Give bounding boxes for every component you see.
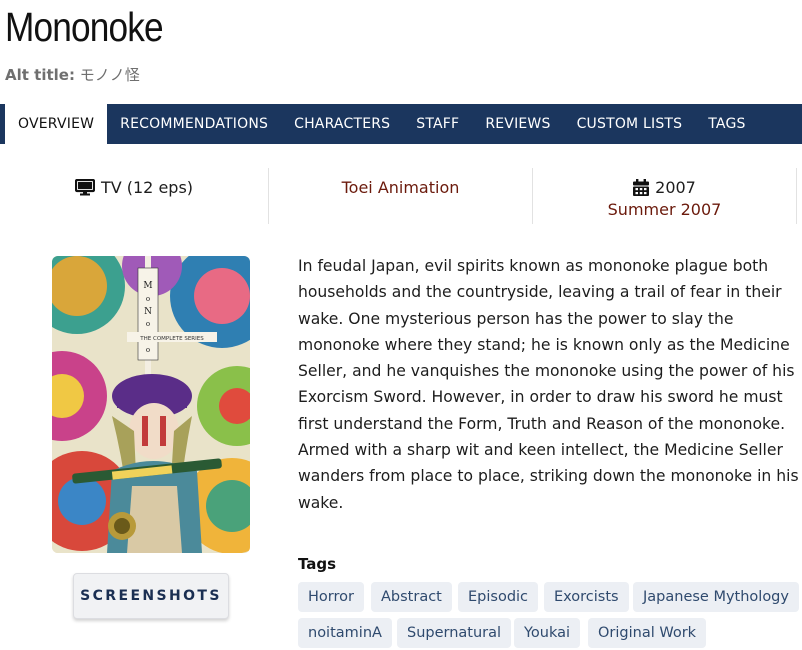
date-year: 2007 bbox=[655, 177, 696, 197]
synopsis-line: Seller, and he vanquishes the mononoke u… bbox=[298, 362, 795, 381]
tab-custom-lists[interactable]: CUSTOM LISTS bbox=[564, 104, 696, 144]
divider bbox=[796, 168, 797, 224]
calendar-icon bbox=[633, 178, 650, 196]
alt-title-value: モノノ怪 bbox=[79, 66, 140, 84]
svg-text:o: o bbox=[146, 320, 150, 328]
monitor-icon bbox=[74, 178, 95, 196]
tab-staff[interactable]: STAFF bbox=[403, 104, 472, 144]
type-cell: TV (12 eps) bbox=[0, 168, 268, 224]
tag-chip[interactable]: noitaminA bbox=[298, 618, 392, 648]
synopsis-line: Armed with a sharp wit and keen intellec… bbox=[298, 441, 783, 460]
cover-art: M o N o N o THE COMPLETE SERIES bbox=[52, 256, 250, 553]
synopsis: In feudal Japan, evil spirits known as m… bbox=[298, 253, 802, 516]
tab-reviews[interactable]: REVIEWS bbox=[472, 104, 563, 144]
synopsis-line: wanders from place to place, striking do… bbox=[298, 467, 799, 486]
synopsis-line: wake. bbox=[298, 493, 344, 512]
cover-image: M o N o N o THE COMPLETE SERIES bbox=[52, 256, 250, 553]
synopsis-line: wake. One mysterious person has the powe… bbox=[298, 309, 734, 328]
anime-page: Mononoke Alt title: モノノ怪 OVERVIEW RECOMM… bbox=[0, 0, 802, 650]
date-cell: 2007 Summer 2007 bbox=[533, 168, 796, 224]
svg-text:N: N bbox=[144, 307, 152, 317]
nav-tabs: OVERVIEW RECOMMENDATIONS CHARACTERS STAF… bbox=[0, 104, 802, 144]
type-text: TV (12 eps) bbox=[100, 177, 194, 197]
synopsis-line: mononoke where they stand; he is known o… bbox=[298, 335, 790, 354]
alt-title-label: Alt title: bbox=[5, 66, 75, 84]
synopsis-line: households and the countryside, leaving … bbox=[298, 283, 782, 302]
tag-chip[interactable]: Youkai bbox=[514, 618, 581, 648]
tab-tags[interactable]: TAGS bbox=[695, 104, 758, 144]
svg-text:THE COMPLETE SERIES: THE COMPLETE SERIES bbox=[139, 336, 204, 342]
synopsis-line: In feudal Japan, evil spirits known as m… bbox=[298, 257, 769, 275]
tag-chip[interactable]: Horror bbox=[298, 582, 364, 612]
tag-chip[interactable]: Exorcists bbox=[544, 582, 629, 612]
svg-text:o: o bbox=[146, 346, 150, 354]
screenshots-button[interactable]: SCREENSHOTS bbox=[73, 573, 229, 619]
synopsis-line: first understand the Form, Truth and Rea… bbox=[298, 414, 786, 433]
studio-link[interactable]: Toei Animation bbox=[342, 178, 460, 197]
season-link[interactable]: Summer 2007 bbox=[608, 200, 722, 219]
tag-chip[interactable]: Japanese Mythology bbox=[633, 582, 799, 612]
studio-cell: Toei Animation bbox=[269, 168, 532, 224]
svg-text:o: o bbox=[146, 295, 150, 303]
alt-title: Alt title: モノノ怪 bbox=[5, 64, 140, 85]
tab-recommendations[interactable]: RECOMMENDATIONS bbox=[107, 104, 281, 144]
tab-characters[interactable]: CHARACTERS bbox=[281, 104, 403, 144]
tag-chip[interactable]: Supernatural bbox=[397, 618, 512, 648]
page-title: Mononoke bbox=[5, 4, 164, 50]
info-bar: TV (12 eps) Toei Animation 2007 Summer 2… bbox=[0, 168, 802, 224]
tags-heading: Tags bbox=[298, 555, 337, 573]
svg-text:M: M bbox=[143, 281, 152, 291]
tab-overview[interactable]: OVERVIEW bbox=[5, 104, 108, 144]
tag-chip[interactable]: Abstract bbox=[371, 582, 452, 612]
tag-chip[interactable]: Episodic bbox=[458, 582, 539, 612]
synopsis-line: Exorcism Sword. However, in order to dra… bbox=[298, 388, 783, 407]
tag-chip[interactable]: Original Work bbox=[588, 618, 707, 648]
